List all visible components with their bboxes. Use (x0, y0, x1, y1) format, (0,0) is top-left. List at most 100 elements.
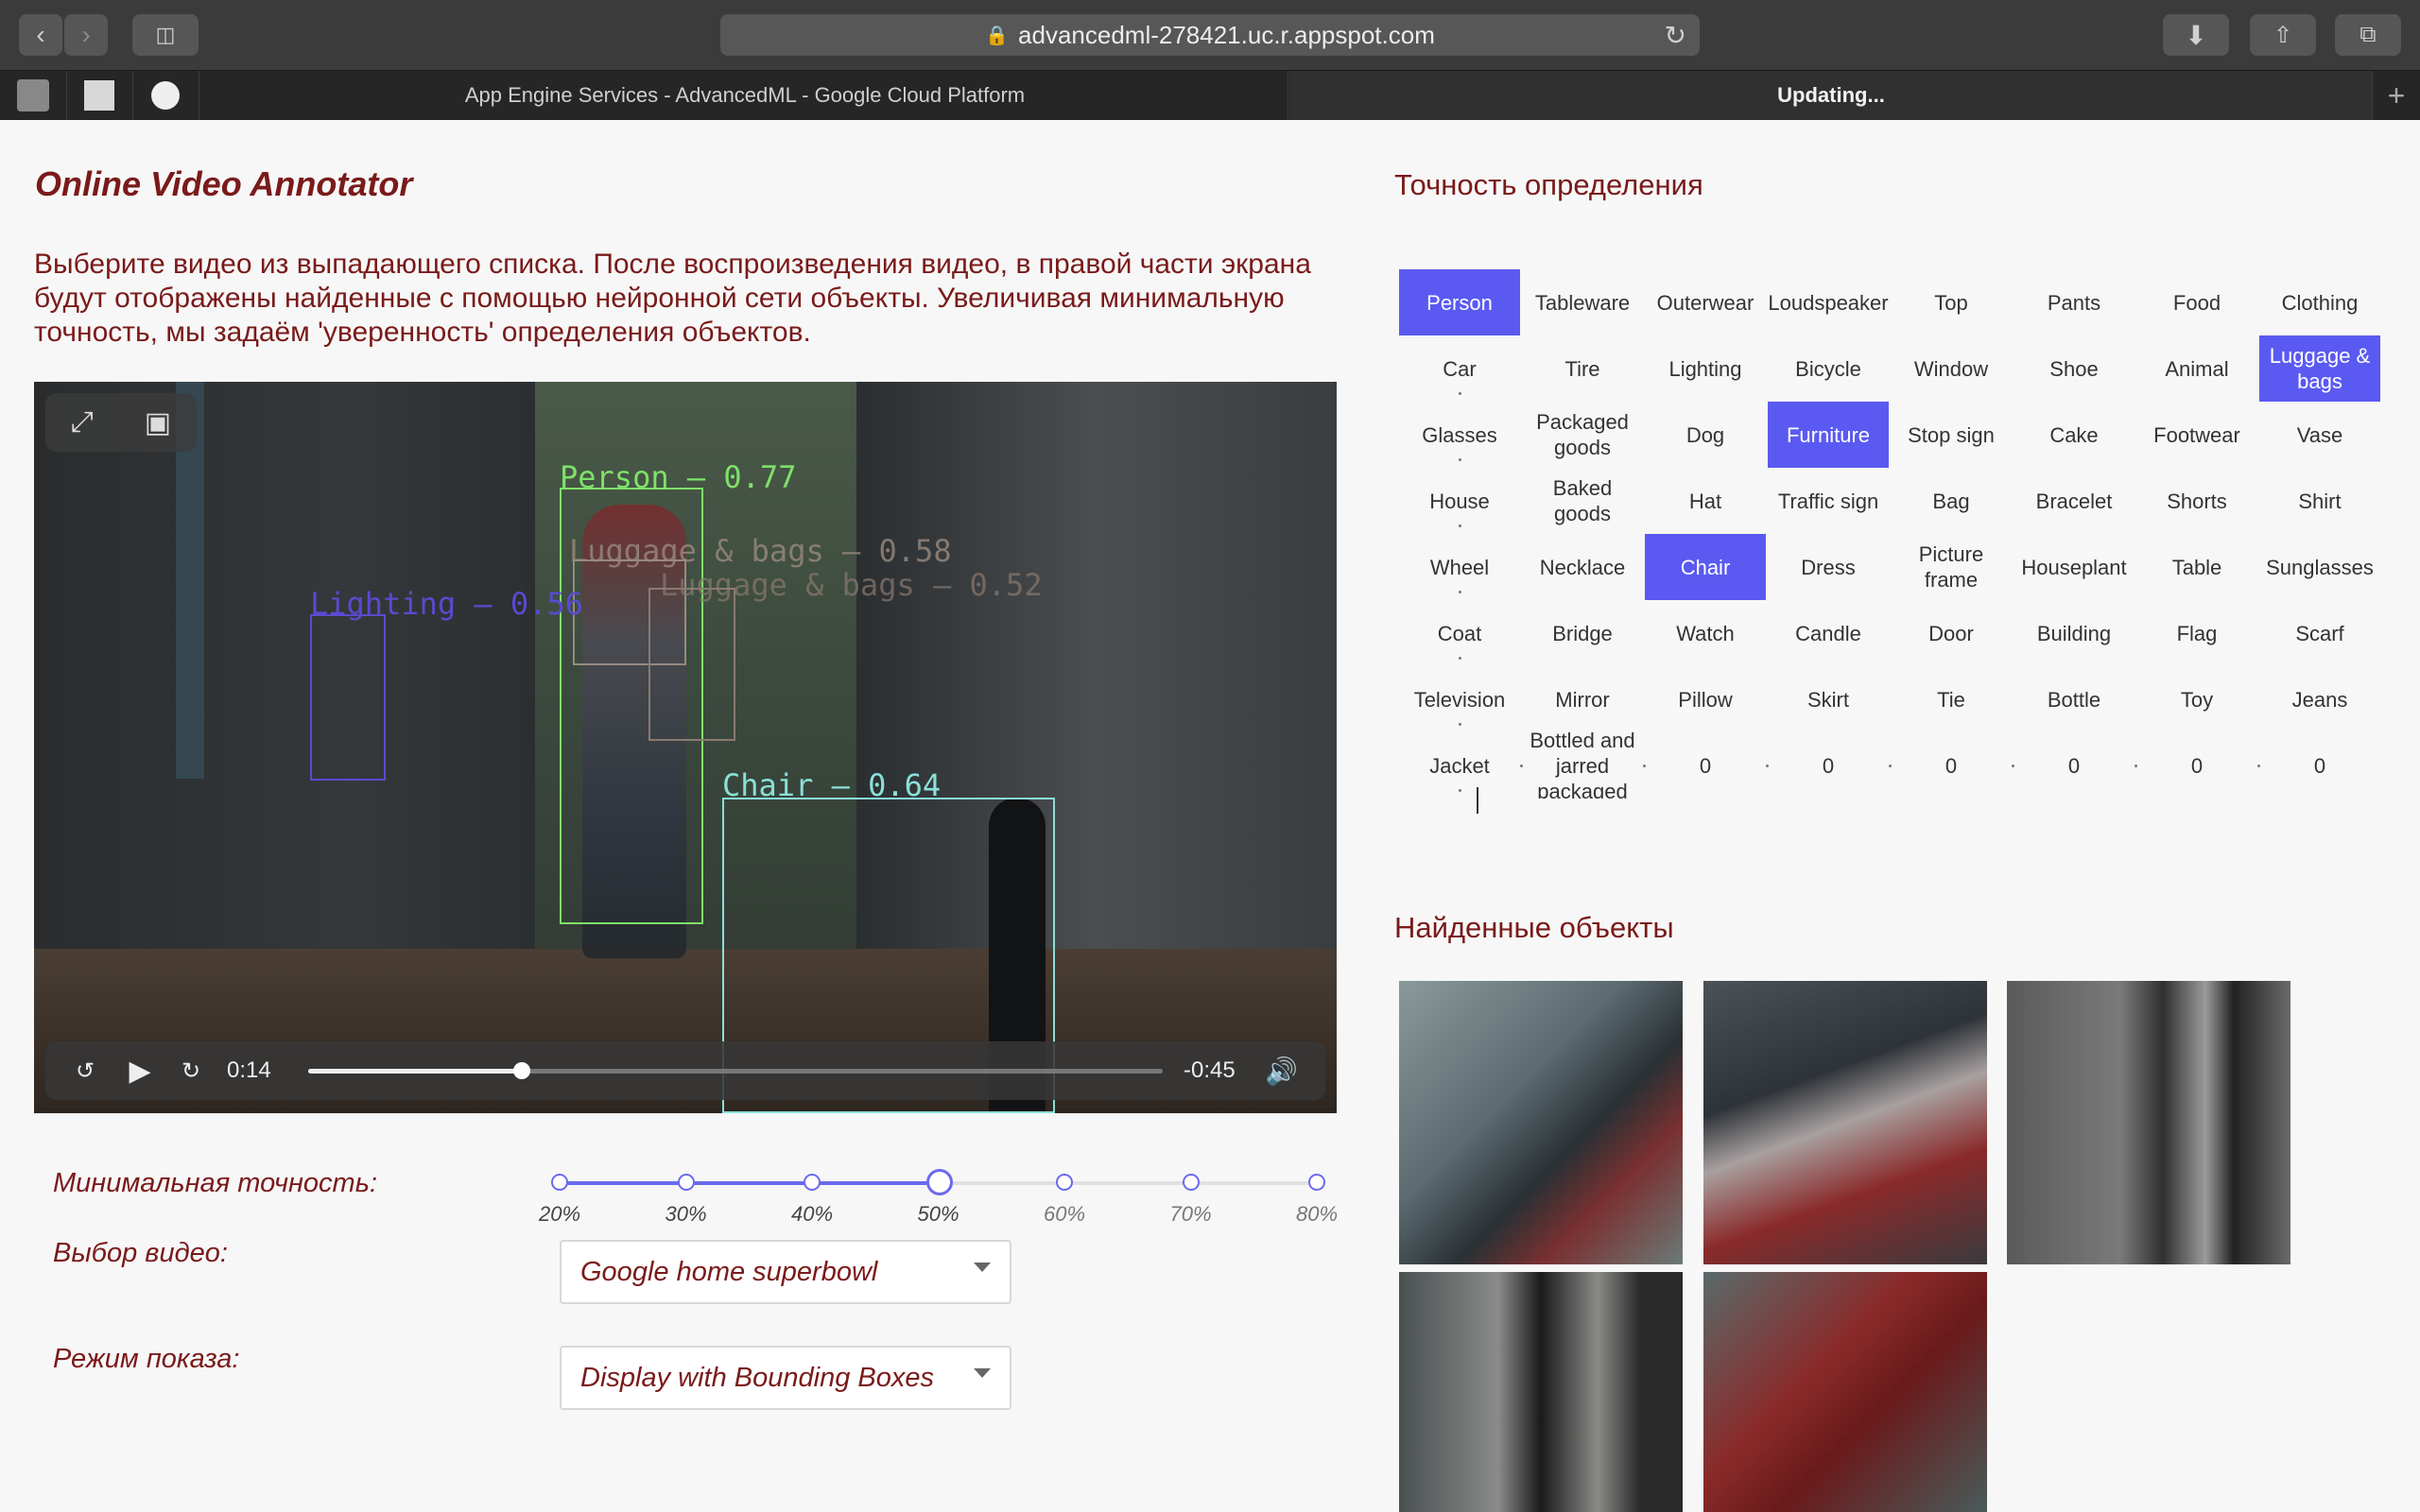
pinned-tab-2[interactable] (66, 71, 133, 120)
video-seek-bar[interactable] (308, 1062, 1163, 1079)
tab-updating[interactable]: Updating... (1289, 71, 2373, 120)
new-tab-icon[interactable]: + (2372, 71, 2420, 120)
bbox-lighting (310, 614, 386, 781)
class-option-bridge[interactable]: Bridge (1522, 600, 1643, 666)
class-option-houseplant[interactable]: Houseplant (2014, 534, 2135, 600)
address-bar[interactable]: 🔒 advancedml-278421.uc.r.appspot.com ↻ (720, 14, 1700, 56)
found-object-thumbnail[interactable] (1399, 1272, 1683, 1512)
class-option-top[interactable]: Top (1891, 269, 2012, 335)
class-option-0[interactable]: 0 (1891, 732, 2012, 799)
class-option-luggage-bags[interactable]: Luggage & bags (2259, 335, 2380, 402)
class-option-person[interactable]: Person (1399, 269, 1520, 335)
share-icon[interactable]: ⇧ (2250, 14, 2316, 56)
fullscreen-icon[interactable]: ⤢ (71, 406, 94, 438)
bbox-luggage-2 (648, 588, 735, 741)
seek-knob[interactable] (513, 1062, 530, 1079)
downloads-icon[interactable]: ⬇ (2163, 14, 2229, 56)
slider-stop-70[interactable] (1182, 1174, 1200, 1191)
class-option-0[interactable]: 0 (2136, 732, 2257, 799)
class-option-dress[interactable]: Dress (1768, 534, 1889, 600)
class-option-baked-goods[interactable]: Baked goods (1522, 468, 1643, 534)
class-option-footwear[interactable]: Footwear (2136, 402, 2257, 468)
class-option-bottle[interactable]: Bottle (2014, 666, 2135, 732)
play-icon[interactable]: ▶ (121, 1041, 159, 1100)
class-option-hat[interactable]: Hat (1645, 468, 1766, 534)
class-option-0[interactable]: 0 (1768, 732, 1889, 799)
slider-stop-80[interactable] (1308, 1174, 1325, 1191)
class-option-tie[interactable]: Tie (1891, 666, 2012, 732)
class-option-vase[interactable]: Vase (2259, 402, 2380, 468)
class-option-watch[interactable]: Watch (1645, 600, 1766, 666)
class-option-0[interactable]: 0 (2259, 732, 2380, 799)
found-object-thumbnail[interactable] (2007, 981, 2290, 1264)
found-object-thumbnail[interactable] (1399, 981, 1683, 1264)
class-option-bottled-and-jarred-packaged[interactable]: Bottled and jarred packaged (1522, 732, 1643, 799)
class-option-tableware[interactable]: Tableware (1522, 269, 1643, 335)
class-option-clothing[interactable]: Clothing (2259, 269, 2380, 335)
pinned-favicon-icon (17, 79, 49, 112)
slider-stop-60[interactable] (1056, 1174, 1073, 1191)
class-option-picture-frame[interactable]: Picture frame (1891, 534, 2012, 600)
accuracy-slider[interactable] (551, 1169, 1325, 1195)
class-option-window[interactable]: Window (1891, 335, 2012, 402)
class-option-pants[interactable]: Pants (2014, 269, 2135, 335)
class-option-necklace[interactable]: Necklace (1522, 534, 1643, 600)
class-option-jeans[interactable]: Jeans (2259, 666, 2380, 732)
class-option-sunglasses[interactable]: Sunglasses (2259, 534, 2380, 600)
back-icon[interactable]: ‹ (19, 14, 62, 56)
video-player[interactable]: Person – 0.77 Luggage & bags – 0.58 Lugg… (34, 382, 1337, 1113)
class-option-bracelet[interactable]: Bracelet (2014, 468, 2135, 534)
class-option-packaged-goods[interactable]: Packaged goods (1522, 402, 1643, 468)
pinned-tab-3[interactable] (132, 71, 199, 120)
slider-stop-40[interactable] (804, 1174, 821, 1191)
skip-forward-15-icon[interactable]: ↻ (172, 1041, 210, 1100)
class-option-tire[interactable]: Tire (1522, 335, 1643, 402)
video-select[interactable]: Google home superbowl (560, 1240, 1011, 1304)
reload-icon[interactable]: ↻ (1665, 20, 1686, 51)
class-option-table[interactable]: Table (2136, 534, 2257, 600)
class-option-traffic-sign[interactable]: Traffic sign (1768, 468, 1889, 534)
tabs-overview-icon[interactable]: ⧉ (2335, 14, 2401, 56)
skip-back-15-icon[interactable]: ↺ (66, 1041, 104, 1100)
class-option-toy[interactable]: Toy (2136, 666, 2257, 732)
volume-icon[interactable]: 🔊 (1265, 1041, 1298, 1100)
class-option-animal[interactable]: Animal (2136, 335, 2257, 402)
class-option-skirt[interactable]: Skirt (1768, 666, 1889, 732)
class-option-mirror[interactable]: Mirror (1522, 666, 1643, 732)
class-option-candle[interactable]: Candle (1768, 600, 1889, 666)
class-option-0[interactable]: 0 (2014, 732, 2135, 799)
slider-stop-20[interactable] (551, 1174, 568, 1191)
class-option-pillow[interactable]: Pillow (1645, 666, 1766, 732)
class-option-door[interactable]: Door (1891, 600, 2012, 666)
slider-stop-50[interactable] (925, 1169, 953, 1195)
display-mode-label: Режим показа: (53, 1344, 240, 1374)
forward-icon[interactable]: › (64, 14, 108, 56)
picture-in-picture-icon[interactable]: ▣ (145, 406, 171, 439)
class-option-flag[interactable]: Flag (2136, 600, 2257, 666)
bbox-label-lighting: Lighting – 0.56 (310, 586, 583, 622)
class-option-cake[interactable]: Cake (2014, 402, 2135, 468)
found-object-thumbnail[interactable] (1703, 981, 1987, 1264)
pinned-tab-1[interactable] (0, 71, 67, 120)
class-option-building[interactable]: Building (2014, 600, 2135, 666)
sidebar-icon[interactable]: ◫ (132, 14, 199, 56)
class-option-food[interactable]: Food (2136, 269, 2257, 335)
class-option-bicycle[interactable]: Bicycle (1768, 335, 1889, 402)
class-option-shorts[interactable]: Shorts (2136, 468, 2257, 534)
slider-stop-30[interactable] (677, 1174, 695, 1191)
tab-app-engine[interactable]: App Engine Services - AdvancedML - Googl… (202, 71, 1288, 120)
display-mode-select[interactable]: Display with Bounding Boxes (560, 1346, 1011, 1410)
class-option-chair[interactable]: Chair (1645, 534, 1766, 600)
class-option-stop-sign[interactable]: Stop sign (1891, 402, 2012, 468)
found-object-thumbnail[interactable] (1703, 1272, 1987, 1512)
class-option-scarf[interactable]: Scarf (2259, 600, 2380, 666)
class-option-outerwear[interactable]: Outerwear (1645, 269, 1766, 335)
class-option-furniture[interactable]: Furniture (1768, 402, 1889, 468)
class-option-shoe[interactable]: Shoe (2014, 335, 2135, 402)
class-option-bag[interactable]: Bag (1891, 468, 2012, 534)
class-option-loudspeaker[interactable]: Loudspeaker (1768, 269, 1889, 335)
class-option-dog[interactable]: Dog (1645, 402, 1766, 468)
class-option-shirt[interactable]: Shirt (2259, 468, 2380, 534)
class-option-lighting[interactable]: Lighting (1645, 335, 1766, 402)
class-option-0[interactable]: 0 (1645, 732, 1766, 799)
